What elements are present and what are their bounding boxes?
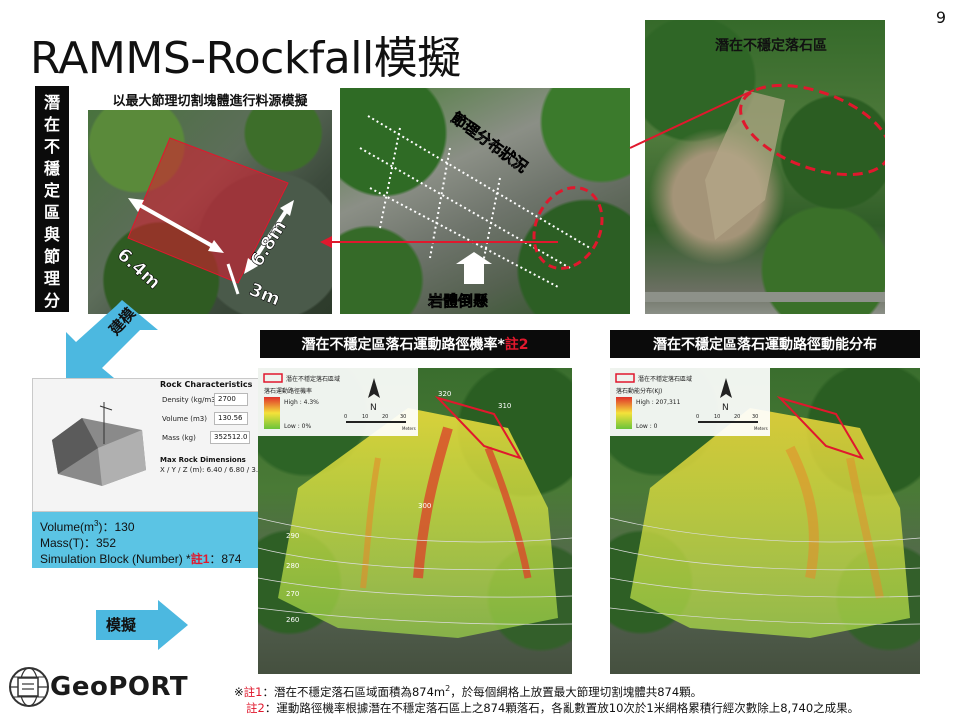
- energy-map-overlay: 潛在不穩定落石區域 落石動能分布(KJ) High : 207,311 Low …: [610, 368, 920, 638]
- legend-low: Low : 0%: [284, 423, 311, 430]
- footnote-1: ※註1：潛在不穩定落石區域面積為874m2，於每個網格上放置最大節理切割塊體共8…: [234, 684, 703, 699]
- vertical-label-char: 節: [43, 247, 60, 266]
- block-count-line: Simulation Block (Number) *註1：874: [40, 552, 242, 566]
- energy-map-heading: 潛在不穩定區落石運動路徑動能分布: [610, 330, 920, 358]
- scale-label: 30: [752, 414, 758, 420]
- rock-field-label: Mass (kg): [162, 434, 196, 442]
- dim-label-a: 6.4m: [113, 244, 165, 294]
- vertical-label-char: 理: [43, 269, 60, 288]
- rock-block-model: [52, 402, 146, 486]
- volume-line: Volume(m3)：130: [40, 519, 135, 534]
- mass-line: Mass(T)：352: [40, 536, 117, 550]
- rock-panel-heading: Rock Characteristics: [160, 380, 253, 389]
- page-title: RAMMS-Rockfall模擬: [30, 33, 461, 84]
- rock-dims-value: X / Y / Z (m): 6.40 / 6.80 / 3.00: [160, 466, 267, 474]
- vertical-label-char: 分: [43, 291, 60, 310]
- vertical-label-char: 定: [43, 181, 60, 200]
- page-number: 9: [935, 8, 946, 27]
- geoport-logo-icon: [9, 667, 49, 707]
- joint-photo-overlay: 節理分布狀況 岩體倒懸: [359, 108, 604, 310]
- scale-label: 30: [400, 414, 406, 420]
- vertical-label-char: 在: [43, 115, 60, 134]
- legend-zone: 潛在不穩定落石區域: [286, 375, 340, 383]
- area-photo-overlay: 潛在不穩定落石區: [705, 37, 885, 240]
- dim-label-c: 3m: [246, 279, 283, 310]
- legend-ramp: [264, 397, 280, 429]
- contour-label: 270: [286, 590, 299, 598]
- legend-title: 落石運動路徑機率: [264, 387, 312, 395]
- contour-label: 320: [438, 390, 451, 398]
- simulation-info-box: Volume(m3)：130 Mass(T)：352 Simulation Bl…: [32, 512, 288, 568]
- scale-unit: Meters: [402, 426, 416, 431]
- mass-field[interactable]: 352512.0: [210, 431, 250, 444]
- contour-label: 300: [418, 502, 431, 510]
- vertical-label-char: 與: [43, 225, 60, 244]
- scale-label: 20: [734, 414, 740, 420]
- svg-text:N: N: [722, 403, 729, 413]
- rock-field-label: Volume (m3): [162, 415, 207, 423]
- legend-ramp: [616, 397, 632, 429]
- rock-field-label: Density (kg/m3): [162, 396, 219, 404]
- vertical-label-char: 潛: [43, 93, 60, 112]
- legend-title: 落石動能分布(KJ): [616, 387, 662, 395]
- vertical-label-char: 不: [43, 137, 60, 156]
- block-photo-overlay: 6.4m 6.8m 3m: [112, 137, 294, 311]
- vertical-label-char: 穩: [43, 159, 60, 178]
- build-arrow: 建模: [66, 300, 158, 378]
- contour-label: 260: [286, 616, 299, 624]
- contour-label: 310: [498, 402, 511, 410]
- contour-label: 280: [286, 562, 299, 570]
- scale-label: 10: [362, 414, 368, 420]
- scale-label: 10: [714, 414, 720, 420]
- area-label: 潛在不穩定落石區: [715, 37, 827, 54]
- probability-map-overlay: 290 280 270 260 320 310 300 潛在不穩定落石區域 落石…: [258, 368, 572, 638]
- simulate-arrow: 模擬: [96, 600, 188, 650]
- scale-label: 0: [696, 414, 699, 420]
- scale-label: 20: [382, 414, 388, 420]
- vertical-label-char: 區: [43, 203, 60, 222]
- probability-map-heading: 潛在不穩定區落石運動路徑機率* 註2: [260, 330, 570, 358]
- link-line-area-to-joint: [629, 89, 755, 149]
- legend-high: High : 4.3%: [284, 399, 319, 406]
- rock-dims-heading: Max Rock Dimensions: [160, 456, 246, 464]
- overhang-label: 岩體倒懸: [427, 292, 488, 310]
- scale-unit: Meters: [754, 426, 768, 431]
- simulate-arrow-label: 模擬: [106, 616, 137, 634]
- vertical-label-char: 布: [43, 313, 60, 332]
- footnote-2: 註2：運動路徑機率根據潛在不穩定落石區上之874顆落石，各亂數置放10次於1米網…: [246, 701, 860, 715]
- legend-high: High : 207,311: [636, 399, 681, 406]
- joint-label: 節理分布狀況: [448, 109, 531, 176]
- link-arrow-joint-to-block: [320, 236, 558, 248]
- contour-label: 290: [286, 532, 299, 540]
- density-field[interactable]: 2700: [214, 393, 248, 406]
- scale-label: 0: [344, 414, 347, 420]
- svg-text:N: N: [370, 403, 377, 413]
- legend-zone: 潛在不穩定落石區域: [638, 375, 692, 383]
- legend-low: Low : 0: [636, 423, 658, 430]
- vertical-section-label: 潛 在 不 穩 定 區 與 節 理 分 布: [35, 86, 69, 332]
- geoport-logo-text: GeoPORT: [50, 672, 189, 702]
- volume-field[interactable]: 130.56: [214, 412, 248, 425]
